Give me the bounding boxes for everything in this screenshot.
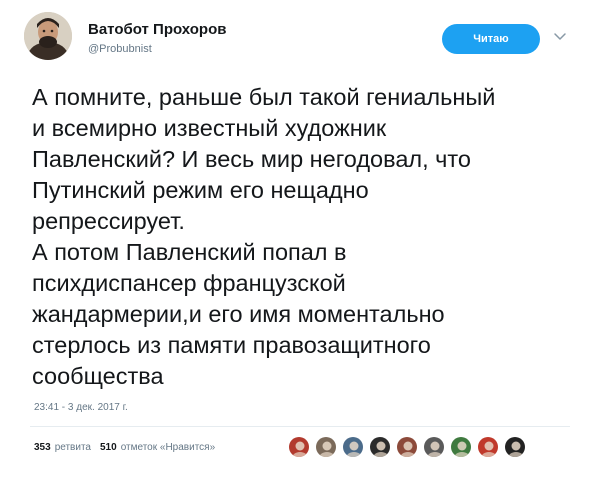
liker-avatar-icon: [424, 437, 444, 457]
tweet-line: репрессирует.: [32, 208, 185, 234]
tweet-timestamp[interactable]: 23:41 - 3 дек. 2017 г.: [34, 402, 128, 413]
tweet-line: сообщества: [32, 363, 164, 389]
liker-avatar[interactable]: [423, 436, 445, 458]
tweet-text: А помните, раньше был такой гениальный и…: [32, 82, 572, 392]
liker-avatar[interactable]: [288, 436, 310, 458]
divider: [30, 426, 570, 427]
likes-count[interactable]: 510: [100, 442, 117, 453]
retweets-label[interactable]: ретвита: [55, 442, 91, 453]
tweet-line: и всемирно известный художник: [32, 115, 387, 141]
tweet-stats: 353 ретвита 510 отметок «Нравится»: [34, 442, 224, 453]
liker-avatar-icon: [289, 437, 309, 457]
liker-avatar-icon: [451, 437, 471, 457]
liker-avatar[interactable]: [450, 436, 472, 458]
chevron-down-icon[interactable]: [552, 28, 568, 44]
tweet-card: Ватобот Прохоров @Probubnist Читаю А пом…: [0, 0, 600, 478]
follow-button[interactable]: Читаю: [442, 24, 540, 54]
tweet-line: психдиспансер французской: [32, 270, 346, 296]
tweet-line: Павленский? И весь мир негодовал, что: [32, 146, 471, 172]
liker-avatars: [288, 436, 531, 460]
author-display-name[interactable]: Ватобот Прохоров: [88, 21, 226, 38]
author-avatar[interactable]: [24, 12, 72, 60]
liker-avatar-icon: [478, 437, 498, 457]
tweet-line: Путинский режим его нещадно: [32, 177, 369, 203]
liker-avatar[interactable]: [315, 436, 337, 458]
liker-avatar[interactable]: [396, 436, 418, 458]
liker-avatar-icon: [397, 437, 417, 457]
liker-avatar-icon: [505, 437, 525, 457]
tweet-line: А помните, раньше был такой гениальный: [32, 84, 496, 110]
likes-label[interactable]: отметок «Нравится»: [121, 442, 215, 453]
tweet-line: жандармерии,и его имя моментально: [32, 301, 445, 327]
liker-avatar[interactable]: [342, 436, 364, 458]
liker-avatar-icon: [370, 437, 390, 457]
tweet-line: А потом Павленский попал в: [32, 239, 347, 265]
liker-avatar[interactable]: [504, 436, 526, 458]
liker-avatar[interactable]: [369, 436, 391, 458]
liker-avatar-icon: [316, 437, 336, 457]
tweet-line: стерлось из памяти правозащитного: [32, 332, 431, 358]
profile-photo-icon: [24, 12, 72, 60]
liker-avatar[interactable]: [477, 436, 499, 458]
author-handle[interactable]: @Probubnist: [88, 43, 152, 55]
liker-avatar-icon: [343, 437, 363, 457]
retweets-count[interactable]: 353: [34, 442, 51, 453]
